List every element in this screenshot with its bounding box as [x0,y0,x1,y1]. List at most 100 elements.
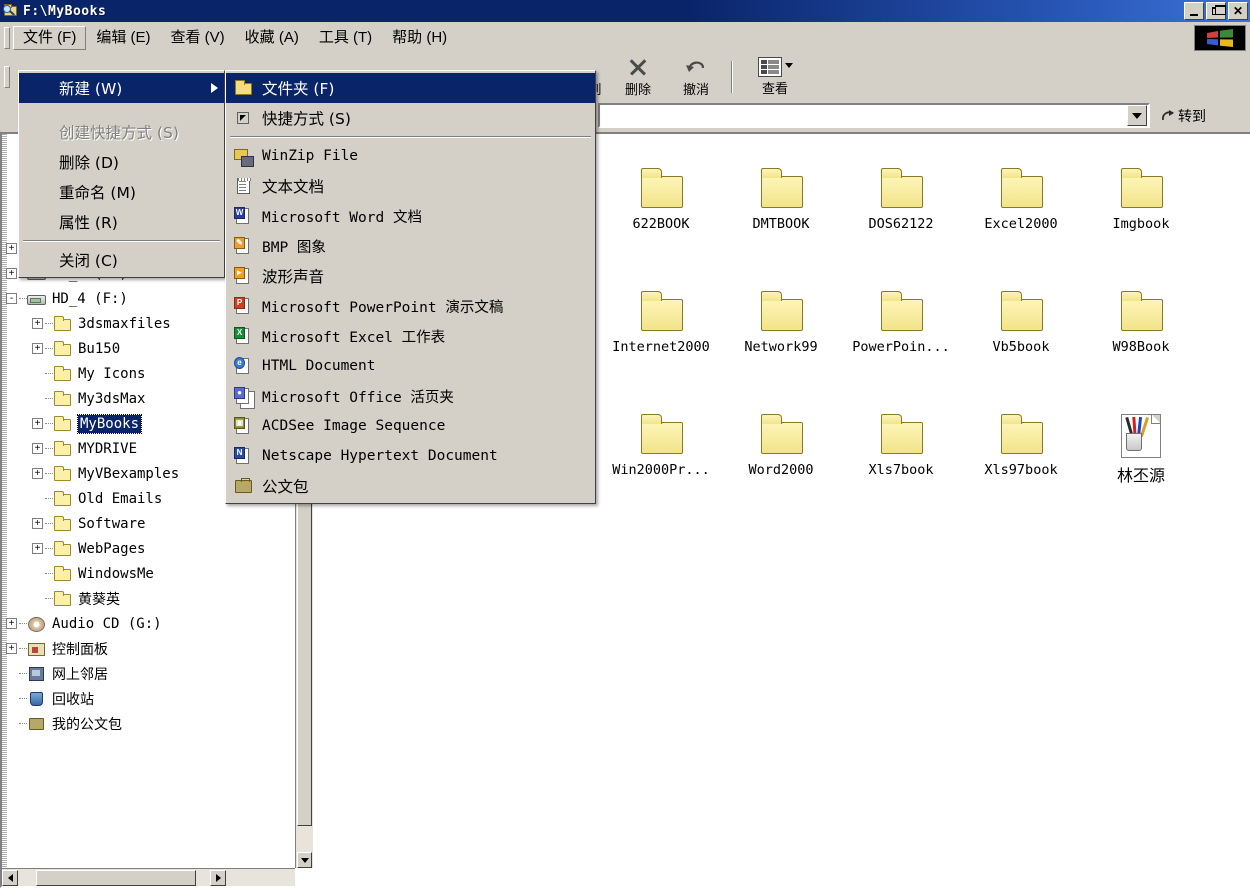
close-button[interactable]: ✕ [1228,2,1248,20]
new-powerpoint-presentation[interactable]: P Microsoft PowerPoint 演示文稿 [226,291,595,321]
chevron-down-icon[interactable] [784,63,793,68]
new-excel-worksheet[interactable]: X Microsoft Excel 工作表 [226,321,595,351]
go-button[interactable]: 转到 [1160,104,1206,128]
tree-node[interactable]: 我的公文包 [6,711,293,736]
file-item[interactable]: 林丕源 [1081,404,1201,524]
expand-toggle-icon[interactable]: + [32,343,43,354]
menu-help[interactable]: 帮助 (H) [382,26,457,50]
office-binder-icon: ● [226,385,262,409]
file-item[interactable]: W98Book [1081,281,1201,401]
tree-node[interactable]: + WebPages [6,536,293,561]
powerpoint-icon: P [226,295,262,317]
file-item[interactable]: DMTBOOK [721,158,841,278]
new-submenu-popup[interactable]: 文件夹 (F) 快捷方式 (S) WinZip File 文本文档 W Microsoft… [225,70,596,504]
address-input[interactable] [600,105,1127,126]
file-item[interactable]: Excel2000 [961,158,1081,278]
maximize-button[interactable] [1206,2,1226,20]
expand-toggle-icon[interactable]: + [32,318,43,329]
folder-icon [635,166,687,212]
new-netscape-document[interactable]: N Netscape Hypertext Document [226,441,595,471]
address-dropdown-button[interactable] [1127,105,1147,126]
toolbar-views[interactable]: 查看 [739,55,811,99]
submenu-item-label: 波形声音 [262,268,325,286]
new-word-document[interactable]: W Microsoft Word 文档 [226,201,595,231]
tree-connector [45,323,53,324]
file-menu-popup[interactable]: 新建 (W) 创建快捷方式 (S) 删除 (D) 重命名 (M) 属性 (R) … [18,70,225,278]
new-shortcut[interactable]: 快捷方式 (S) [226,103,595,133]
tree-node-label: WindowsMe [78,565,154,582]
file-item[interactable]: DOS62122 [841,158,961,278]
tree-node-label: MYDRIVE [78,440,138,457]
toolbar-delete[interactable]: 删除 [609,55,667,99]
toolbar-undo[interactable]: 撤消 [667,55,725,99]
folder-icon [53,315,73,332]
file-item-label: 622BOOK [632,216,690,232]
file-item[interactable]: Internet2000 [601,281,721,401]
tree-node[interactable]: + 控制面板 [6,636,293,661]
new-briefcase[interactable]: 公文包 [226,471,595,501]
file-menu-properties[interactable]: 属性 (R) [19,207,224,237]
tree-node[interactable]: 回收站 [6,686,293,711]
file-item[interactable]: 622BOOK [601,158,721,278]
folder-icon [995,289,1047,335]
expand-toggle-icon[interactable]: + [6,643,17,654]
folder-icon [635,289,687,335]
menu-file[interactable]: 文件 (F) [13,25,87,50]
file-menu-delete[interactable]: 删除 (D) [19,147,224,177]
expand-toggle-icon[interactable]: + [6,268,17,279]
tree-scroll-down-button[interactable] [297,852,312,868]
tree-scroll-right-button[interactable] [210,869,226,886]
word-icon: W [226,205,262,227]
new-html-document[interactable]: e HTML Document [226,351,595,381]
menu-grip-handle[interactable] [4,26,10,49]
tree-node-label: Old Emails [78,490,163,507]
document-pen-icon [1115,412,1167,458]
new-wave-sound[interactable]: ► 波形声音 [226,261,595,291]
tree-horizontal-scrollbar[interactable] [2,868,295,886]
file-item[interactable]: Xls7book [841,404,961,524]
expand-toggle-icon[interactable]: + [6,618,17,629]
collapse-toggle-icon[interactable]: - [6,293,17,304]
file-menu-new[interactable]: 新建 (W) [19,73,224,103]
menu-edit[interactable]: 编辑 (E) [86,26,160,50]
menu-tools[interactable]: 工具 (T) [309,26,382,50]
expand-toggle-icon[interactable]: + [32,443,43,454]
new-acdsee-image-sequence[interactable]: ▣ ACDSee Image Sequence [226,411,595,441]
new-bmp-image[interactable]: ✎ BMP 图象 [226,231,595,261]
tree-node[interactable]: + Software [6,511,293,536]
tree-hscroll-thumb[interactable] [36,869,196,886]
file-item[interactable]: Vb5book [961,281,1081,401]
expand-toggle-icon[interactable]: + [32,518,43,529]
file-item[interactable]: Word2000 [721,404,841,524]
address-bar[interactable] [598,103,1150,128]
tree-scroll-left-button[interactable] [2,869,18,886]
tree-node-label: 网上邻居 [52,666,108,683]
new-winzip-file[interactable]: WinZip File [226,141,595,171]
new-folder[interactable]: 文件夹 (F) [226,73,595,103]
expand-toggle-icon[interactable]: + [6,243,17,254]
toolbar-grip-handle[interactable] [4,66,10,88]
title-bar[interactable]: F:\MyBooks ✕ [0,0,1250,22]
new-text-document[interactable]: 文本文档 [226,171,595,201]
file-item[interactable]: Win2000Pr... [601,404,721,524]
new-office-binder[interactable]: ● Microsoft Office 活页夹 [226,381,595,411]
file-item[interactable]: Xls97book [961,404,1081,524]
file-item-label: Internet2000 [612,339,710,355]
expand-toggle-icon[interactable]: + [32,418,43,429]
minimize-button[interactable] [1184,2,1204,20]
tree-node[interactable]: + Audio CD (G:) [6,611,293,636]
tree-node[interactable]: 网上邻居 [6,661,293,686]
file-item[interactable]: PowerPoin... [841,281,961,401]
expand-toggle-icon[interactable]: + [32,543,43,554]
file-item[interactable]: Imgbook [1081,158,1201,278]
file-item[interactable]: Network99 [721,281,841,401]
tree-node[interactable]: WindowsMe [6,561,293,586]
menu-view[interactable]: 查看 (V) [161,26,235,50]
file-menu-close[interactable]: 关闭 (C) [19,245,224,275]
expand-toggle-icon[interactable]: + [32,468,43,479]
file-menu-rename[interactable]: 重命名 (M) [19,177,224,207]
tree-node[interactable]: 黄葵英 [6,586,293,611]
menu-favorites[interactable]: 收藏 (A) [235,26,309,50]
explorer-window: F:\MyBooks ✕ 文件 (F) 编辑 (E) 查看 (V) 收藏 (A)… [0,0,1250,888]
